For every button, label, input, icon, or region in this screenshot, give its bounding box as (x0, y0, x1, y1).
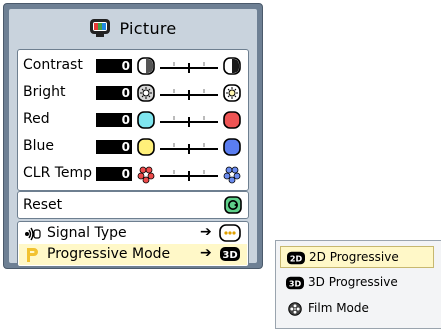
signal-type-icon (25, 227, 41, 241)
progressive-mode-arrow: ➔ (200, 245, 212, 261)
blue-label: Blue (23, 138, 54, 154)
reset-icon (224, 196, 242, 214)
reset-row[interactable]: Reset (17, 191, 249, 219)
bright-label: Bright (23, 84, 66, 100)
warm-temp-icon (137, 166, 155, 184)
submenu-label-film: Film Mode (308, 301, 369, 315)
picture-menu-body: Picture Contrast 0 Bright 0 Red 0 Blue 0… (9, 9, 257, 267)
signal-type-label: Signal Type (47, 225, 127, 241)
submenu-item-3d-progressive[interactable]: 3D 3D Progressive (280, 272, 434, 294)
red-row[interactable]: Red 0 (18, 107, 248, 133)
contrast-slider[interactable] (158, 57, 220, 75)
clr-temp-value: 0 (96, 167, 132, 181)
contrast-low-icon (137, 57, 155, 75)
reset-label: Reset (23, 197, 63, 213)
contrast-row[interactable]: Contrast 0 (18, 53, 248, 79)
blue-slider[interactable] (158, 138, 220, 156)
adjustment-panel: Contrast 0 Bright 0 Red 0 Blue 0 CLR Tem… (17, 49, 249, 191)
2d-badge-text: 2D (290, 254, 303, 264)
picture-icon (90, 19, 111, 37)
progressive-submenu: 2D 2D Progressive 3D 3D Progressive Film… (275, 240, 441, 329)
bright-value: 0 (96, 86, 132, 100)
bright-row[interactable]: Bright 0 (18, 80, 248, 106)
mode-panel: Signal Type ➔ Progressive Mode ➔ 3D (17, 221, 249, 267)
3d-badge-icon: 3D (286, 276, 304, 290)
signal-options-icon (219, 224, 241, 242)
2d-badge-icon: 2D (287, 251, 305, 265)
contrast-high-icon (223, 57, 241, 75)
signal-type-arrow: ➔ (200, 224, 212, 240)
submenu-item-film-mode[interactable]: Film Mode (280, 298, 434, 320)
3d-badge-text: 3D (289, 279, 302, 289)
submenu-label-3d: 3D Progressive (308, 275, 398, 289)
cool-temp-icon (223, 166, 241, 184)
brightness-high-icon (223, 84, 241, 102)
contrast-value: 0 (96, 59, 132, 73)
submenu-item-2d-progressive[interactable]: 2D 2D Progressive (280, 246, 434, 268)
clr-temp-label: CLR Temp (23, 165, 93, 181)
red-value: 0 (96, 113, 132, 127)
bright-slider[interactable] (158, 84, 220, 102)
clr-temp-slider[interactable] (158, 165, 220, 183)
cyan-circle-icon (137, 111, 155, 129)
menu-title-bar: Picture (9, 9, 257, 47)
red-label: Red (23, 111, 50, 127)
blue-row[interactable]: Blue 0 (18, 134, 248, 160)
contrast-label: Contrast (23, 57, 83, 73)
progressive-3d-badge-text: 3D (222, 250, 237, 261)
progressive-p-icon (27, 248, 38, 262)
progressive-mode-label: Progressive Mode (47, 246, 171, 262)
submenu-label-2d: 2D Progressive (309, 250, 399, 264)
red-circle-icon (223, 111, 241, 129)
brightness-low-icon (137, 84, 155, 102)
progressive-3d-badge-icon: 3D (220, 247, 240, 261)
clr-temp-row[interactable]: CLR Temp 0 (18, 161, 248, 187)
menu-title: Picture (119, 18, 177, 38)
progressive-mode-row[interactable]: Progressive Mode ➔ 3D (19, 244, 247, 265)
signal-type-row[interactable]: Signal Type ➔ (19, 223, 247, 244)
film-reel-icon (288, 302, 302, 316)
blue-value: 0 (96, 140, 132, 154)
blue-circle-icon (223, 138, 241, 156)
red-slider[interactable] (158, 111, 220, 129)
picture-menu: Picture Contrast 0 Bright 0 Red 0 Blue 0… (3, 3, 263, 269)
yellow-circle-icon (137, 138, 155, 156)
